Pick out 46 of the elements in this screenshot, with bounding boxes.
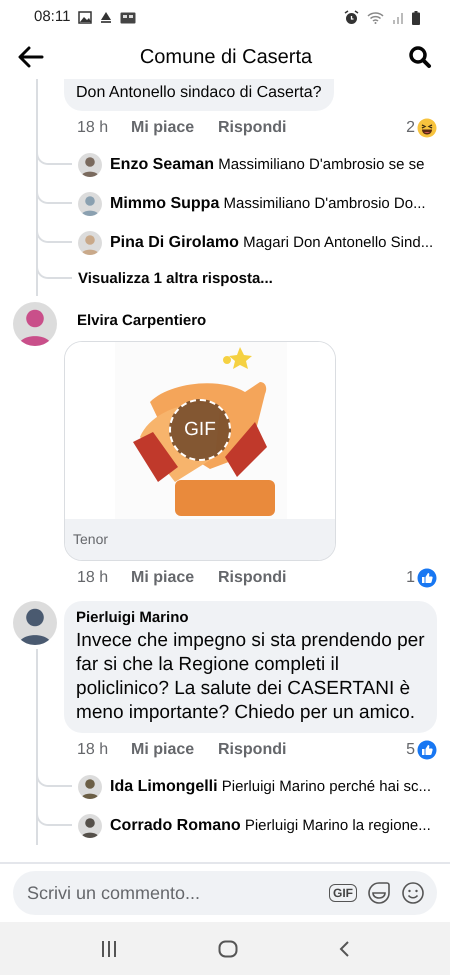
like-link[interactable]: Mi piace: [131, 566, 218, 590]
gif-source: Tenor: [65, 518, 335, 560]
sticker-icon[interactable]: [367, 881, 391, 905]
reply-snippet[interactable]: Pina Di Girolamo Magari Don Antonello Sind...: [110, 230, 434, 254]
reply-snippet[interactable]: Ida Limongelli Pierluigi Marino perché hai sc...: [110, 774, 431, 798]
gif-button[interactable]: GIF: [329, 884, 357, 902]
wifi-icon: [367, 11, 384, 24]
comment-text: Invece che impegno si sta prendendo per far si che la Regione completi il policlinico? La salute dei CASERTANI è meno importante? Chiedo per un amico.: [76, 629, 425, 725]
comment-time: 18 h: [77, 568, 110, 588]
comment-time: 18 h: [77, 118, 110, 138]
like-link[interactable]: Mi piace: [131, 738, 218, 762]
comment-time: 18 h: [77, 740, 110, 760]
reply-link[interactable]: Rispondi: [218, 738, 286, 762]
reply-avatar[interactable]: [78, 774, 102, 798]
comment-text: Don Antonello sindaco di Caserta?: [76, 83, 322, 103]
avatar[interactable]: [13, 600, 57, 644]
like-link[interactable]: Mi piace: [131, 116, 218, 140]
battery-icon: [412, 10, 420, 24]
home-icon[interactable]: [218, 940, 238, 958]
gif-card[interactable]: GIF Tenor: [64, 340, 336, 560]
more-replies-link[interactable]: Visualizza 1 altra risposta...: [78, 268, 273, 290]
reply-snippet[interactable]: Corrado Romano Pierluigi Marino la regione...: [110, 814, 431, 838]
emoji-icon[interactable]: [401, 881, 425, 905]
back-button[interactable]: [18, 45, 44, 69]
page-title: Comune di Caserta: [138, 45, 314, 70]
reply-link[interactable]: Rispondi: [218, 566, 286, 590]
reaction-count: 5: [406, 740, 415, 760]
reply-snippet[interactable]: Enzo Seaman Massimiliano D'ambrosio se se: [110, 152, 424, 176]
reaction-count: 2: [406, 118, 415, 138]
reply-avatar[interactable]: [78, 814, 102, 838]
author-name[interactable]: Pierluigi Marino: [76, 606, 425, 629]
status-time: 08:11: [34, 7, 70, 28]
reply-snippet[interactable]: Mimmo Suppa Massimiliano D'ambrosio Do...: [110, 192, 426, 216]
signal-icon: [392, 11, 404, 24]
reply-link[interactable]: Rispondi: [218, 116, 286, 140]
gallery-icon: [78, 11, 92, 24]
author-name[interactable]: Elvira Carpentiero: [64, 302, 437, 332]
reaction-count: 1: [406, 568, 415, 588]
recent-apps-icon[interactable]: [100, 940, 118, 958]
card-icon: [120, 12, 136, 24]
reply-avatar[interactable]: [78, 152, 102, 176]
search-button[interactable]: [408, 44, 432, 70]
comment-field[interactable]: Scrivi un commento... GIF: [13, 871, 437, 915]
avatar[interactable]: [13, 302, 57, 346]
alarm-icon: [344, 10, 359, 25]
back-nav-icon[interactable]: [338, 940, 350, 958]
